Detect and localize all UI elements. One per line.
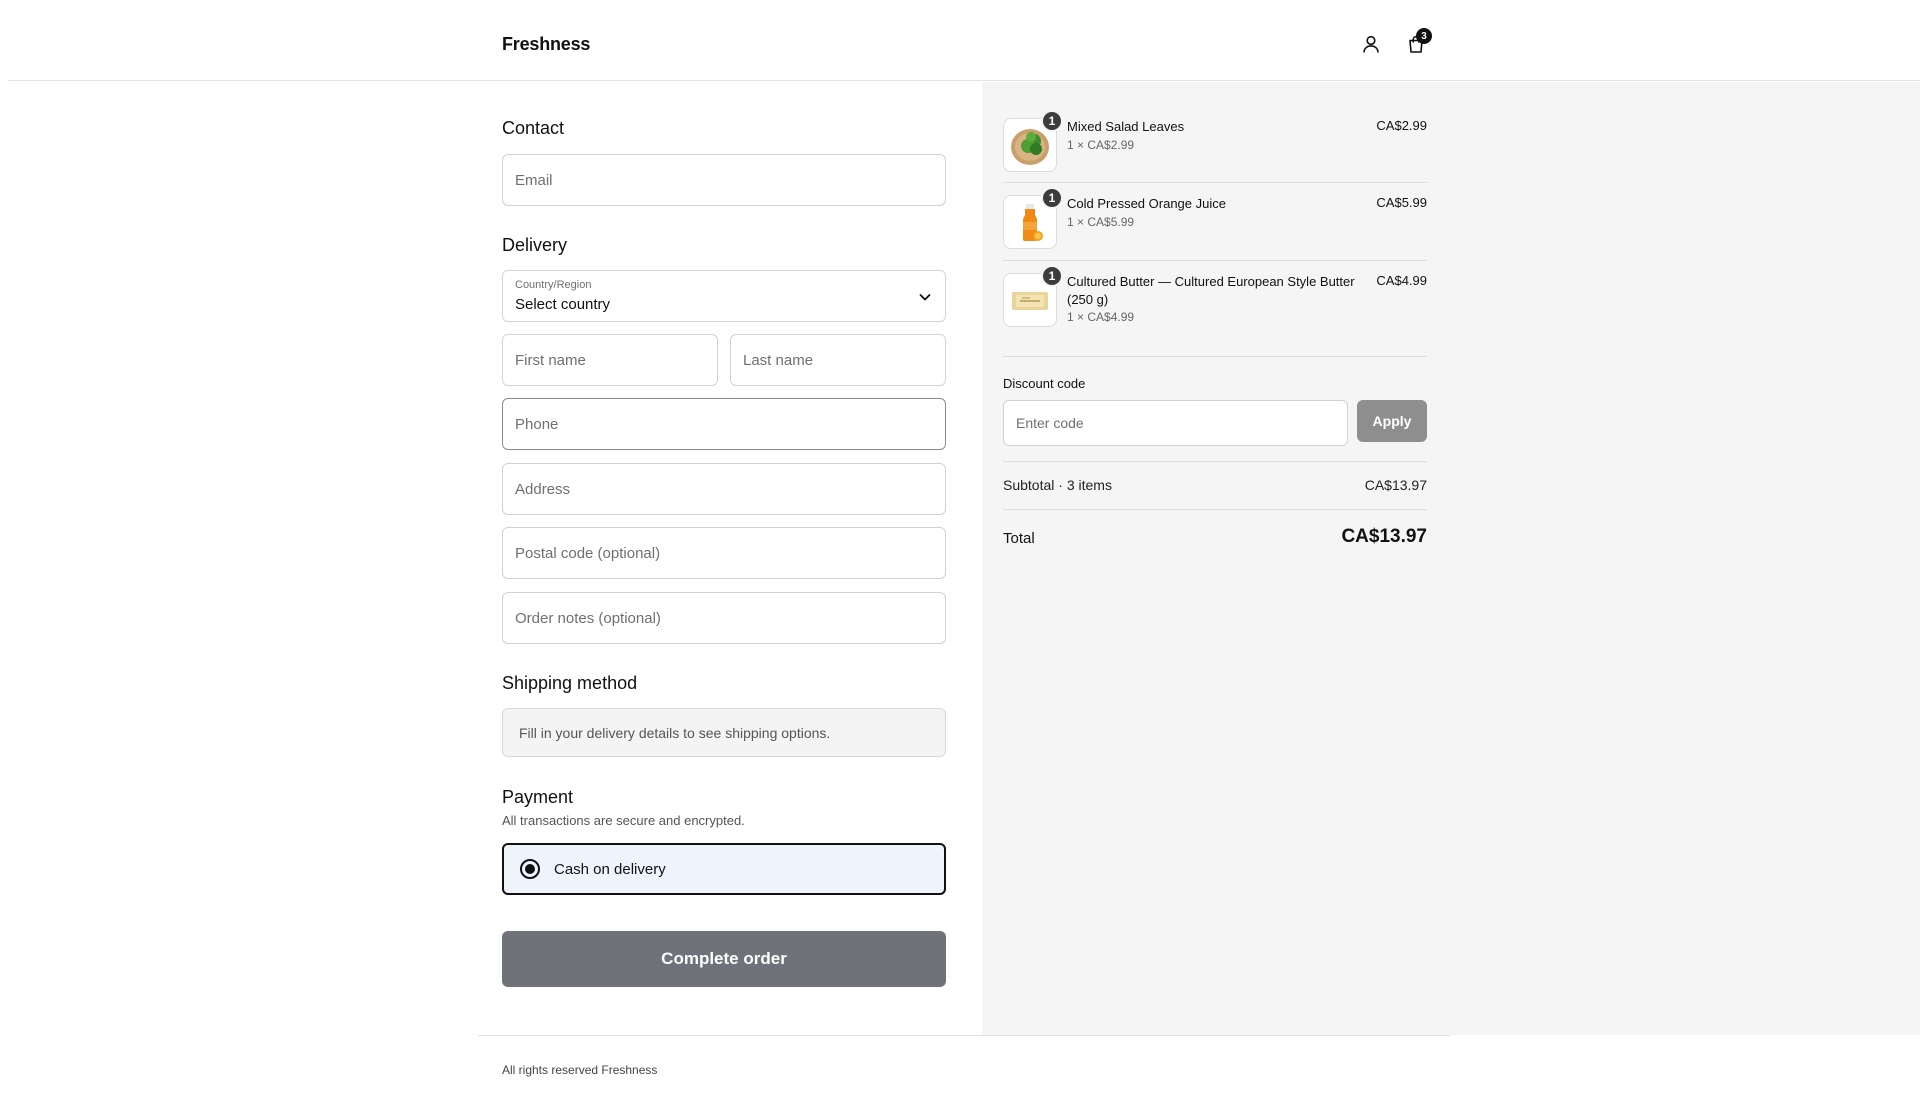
order-notes-field[interactable] <box>502 592 946 644</box>
discount-heading: Discount code <box>1003 376 1086 391</box>
total-value: CA$13.97 <box>1341 526 1427 547</box>
item-price: CA$2.99 <box>1376 118 1427 133</box>
item-price: CA$5.99 <box>1376 195 1427 210</box>
phone-field[interactable] <box>502 398 946 450</box>
country-select[interactable]: Country/Region Select country <box>502 270 946 322</box>
item-divider <box>1003 182 1427 183</box>
chevron-down-icon <box>919 294 931 301</box>
country-select-label: Country/Region <box>515 279 592 291</box>
item-quantity-badge: 1 <box>1041 265 1063 287</box>
address-field[interactable] <box>502 463 946 515</box>
footer-divider <box>478 1035 1450 1036</box>
item-price: CA$4.99 <box>1376 273 1427 288</box>
contact-heading: Contact <box>502 118 565 138</box>
payment-radio[interactable] <box>520 859 540 879</box>
cart-line-item: 1 Mixed Salad Leaves 1 × CA$2.99 CA$2.99 <box>1003 110 1427 172</box>
summary-divider <box>1003 509 1427 510</box>
site-header: Freshness 3 <box>8 0 1920 81</box>
cart-line-item: 1 Cold Pressed Orange Juice 1 × CA$5.99 … <box>1003 187 1427 249</box>
complete-order-button[interactable]: Complete order <box>502 931 946 987</box>
item-name: Mixed Salad Leaves <box>1067 119 1185 134</box>
summary-divider <box>1003 461 1427 462</box>
first-name-field[interactable] <box>502 334 718 386</box>
payment-subtitle: All transactions are secure and encrypte… <box>502 813 745 828</box>
item-unit-price: 1 × CA$2.99 <box>1067 138 1135 152</box>
item-divider <box>1003 260 1427 261</box>
footer-copyright: All rights reserved Freshness <box>502 1063 658 1077</box>
cart-count-badge: 3 <box>1416 28 1432 44</box>
radio-selected-dot <box>525 864 535 874</box>
shipping-heading: Shipping method <box>502 673 638 693</box>
last-name-field[interactable] <box>730 334 946 386</box>
subtotal-label: Subtotal · 3 items <box>1003 477 1112 493</box>
discount-code-input[interactable] <box>1003 400 1348 446</box>
item-unit-price: 1 × CA$4.99 <box>1067 310 1135 324</box>
email-field[interactable] <box>502 154 946 206</box>
total-label: Total <box>1003 530 1035 547</box>
payment-heading: Payment <box>502 787 574 807</box>
item-quantity-badge: 1 <box>1041 110 1063 132</box>
item-name: Cold Pressed Orange Juice <box>1067 196 1226 211</box>
item-name: Cultured Butter — Cultured European Styl… <box>1067 274 1355 307</box>
country-select-value: Select country <box>515 296 611 313</box>
cart-line-item: 1 Cultured Butter — Cultured European St… <box>1003 265 1427 327</box>
item-divider <box>1003 356 1427 357</box>
store-logo[interactable]: Freshness <box>502 34 590 55</box>
postal-code-field[interactable] <box>502 527 946 579</box>
subtotal-value: CA$13.97 <box>1364 477 1427 493</box>
item-unit-price: 1 × CA$5.99 <box>1067 215 1135 229</box>
item-quantity-badge: 1 <box>1041 187 1063 209</box>
payment-option-label: Cash on delivery <box>554 860 666 878</box>
apply-discount-button[interactable]: Apply <box>1357 400 1427 442</box>
shipping-options-placeholder: Fill in your delivery details to see shi… <box>502 708 946 757</box>
cash-on-delivery-option[interactable]: Cash on delivery <box>502 843 946 895</box>
delivery-heading: Delivery <box>502 235 568 255</box>
user-icon[interactable] <box>1357 30 1385 58</box>
